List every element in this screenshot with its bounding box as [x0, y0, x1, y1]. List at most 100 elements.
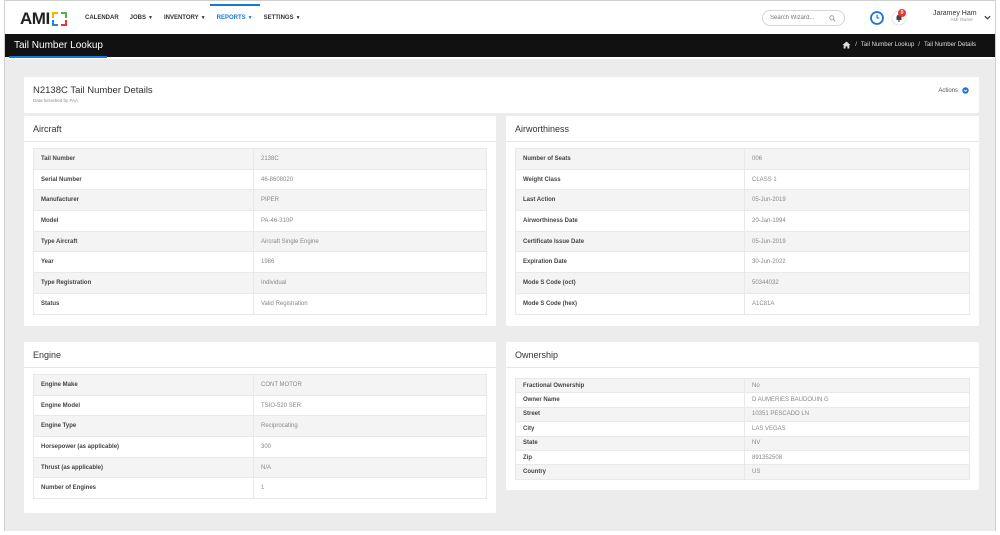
field-label: Zip — [515, 449, 745, 466]
field-label: State — [515, 435, 745, 451]
breadcrumb: / Tail Number Lookup / Tail Number Detai… — [842, 41, 976, 49]
top-navigation: AMI CALENDAR JOBS ▼ INVENTORY ▼ REPORTS ▼ S… — [5, 1, 995, 34]
nav-jobs-label: JOBS — [129, 14, 147, 21]
field-value: LAS VEGAS — [744, 421, 970, 437]
user-name: Jaramey Ham — [933, 10, 977, 17]
card-divider — [506, 367, 979, 368]
field-value: 891352508 — [744, 449, 970, 466]
table-row: Last Action 05-Jun-2019 — [515, 189, 970, 212]
field-label: Owner Name — [515, 392, 745, 408]
field-value: CLASS 1 — [744, 168, 970, 191]
table-row: Status Valid Registration — [33, 292, 487, 315]
field-value: 1 — [253, 477, 487, 500]
table-row: Manufacturer PIPER — [33, 189, 487, 212]
table-row: Type Registration Individual — [33, 272, 487, 294]
nav-settings-label: SETTINGS — [263, 14, 294, 21]
field-value: 05-Jun-2019 — [744, 230, 970, 253]
nav-reports-label: REPORTS — [216, 14, 246, 21]
field-label: Model — [33, 210, 254, 232]
field-label: City — [515, 421, 745, 437]
field-label: Number of Engines — [33, 477, 254, 500]
engine-card-title: Engine — [33, 350, 62, 360]
table-row: Type Aircraft Aircraft Single Engine — [33, 230, 487, 253]
table-row: Engine Model TSIO-520 SER — [33, 394, 487, 417]
nav-inventory-label: INVENTORY — [163, 14, 199, 21]
field-label: Engine Type — [33, 415, 254, 438]
field-value: NV — [744, 435, 970, 451]
table-row: Certificate Issue Date 05-Jun-2019 — [515, 230, 970, 253]
chevron-down-icon[interactable] — [984, 15, 991, 20]
airworthiness-card-title: Airworthiness — [515, 124, 570, 134]
table-row: Fractional Ownership No — [515, 377, 970, 394]
field-value: 1986 — [253, 251, 487, 274]
field-value: 46-8608020 — [253, 168, 487, 191]
aircraft-card-title: Aircraft — [33, 124, 62, 134]
field-value: Aircraft Single Engine — [253, 230, 487, 253]
card-divider — [24, 141, 496, 142]
field-value: PA-46-310P — [253, 210, 487, 232]
field-value: 006 — [744, 148, 970, 170]
field-value: 05-Jun-2019 — [744, 189, 970, 212]
airworthiness-table: Number of Seats 006 Weight Class CLASS 1 Las… — [515, 148, 970, 315]
field-label: Type Registration — [33, 272, 254, 294]
table-row: Tail Number 2138C — [33, 148, 487, 170]
table-row: Owner Name D AUMERIES BAUDOUIN G — [515, 392, 970, 408]
nav-calendar[interactable]: CALENDAR — [85, 1, 119, 34]
user-menu[interactable]: Jaramey Ham AMI Owner — [933, 10, 977, 22]
logo-mark-icon — [51, 12, 67, 26]
field-label: Weight Class — [515, 168, 745, 191]
table-row: Number of Seats 006 — [515, 148, 970, 170]
actions-button[interactable]: Actions — [938, 87, 969, 94]
field-value: 30-Jun-2022 — [744, 251, 970, 274]
search-box — [762, 10, 845, 26]
table-row: Zip 891352508 — [515, 449, 970, 466]
field-label: Status — [33, 292, 254, 315]
field-value: 2138C — [253, 148, 487, 170]
nav-jobs[interactable]: JOBS ▼ — [130, 1, 153, 34]
field-label: Number of Seats — [515, 148, 745, 170]
details-subtitle: Data furnished by FAA — [33, 98, 79, 103]
main-content: N2138C Tail Number Details Data furnishe… — [5, 59, 995, 531]
field-value: Valid Registration — [253, 292, 487, 315]
field-label: Expiration Date — [515, 251, 745, 274]
field-label: Year — [33, 251, 254, 274]
field-value: CONT MOTOR — [253, 374, 487, 396]
breadcrumb-separator: / — [918, 42, 920, 48]
actions-label: Actions — [938, 87, 958, 94]
breadcrumb-item-lookup[interactable]: Tail Number Lookup — [861, 42, 914, 48]
search-input[interactable] — [770, 15, 830, 21]
caret-down-icon: ▼ — [295, 14, 301, 21]
table-row: Airworthiness Date 20-Jan-1994 — [515, 210, 970, 232]
table-row: Horsepower (as applicable) 300 — [33, 436, 487, 458]
nav-inventory[interactable]: INVENTORY ▼ — [164, 1, 206, 34]
field-label: Serial Number — [33, 168, 254, 191]
field-value: D AUMERIES BAUDOUIN G — [744, 392, 970, 408]
caret-down-icon: ▼ — [200, 14, 206, 21]
table-row: Engine Make CONT MOTOR — [33, 374, 487, 396]
search-icon[interactable] — [829, 15, 836, 22]
field-value: TSIO-520 SER — [253, 394, 487, 417]
field-label: Horsepower (as applicable) — [33, 436, 254, 458]
title-underline — [9, 56, 107, 58]
breadcrumb-item-details: Tail Number Details — [923, 42, 976, 48]
nav-settings[interactable]: SETTINGS ▼ — [264, 1, 301, 34]
field-label: Engine Model — [33, 394, 254, 417]
breadcrumb-separator: / — [855, 42, 857, 48]
nav-calendar-label: CALENDAR — [85, 14, 119, 21]
field-value: No — [744, 377, 970, 394]
ami-logo[interactable]: AMI — [20, 9, 67, 29]
field-value: N/A — [253, 456, 487, 479]
chevron-circle-down-icon — [962, 87, 969, 94]
table-row: Model PA-46-310P — [33, 210, 487, 232]
aircraft-card: Aircraft Tail Number 2138C Serial Number 46… — [24, 116, 496, 326]
table-row: Mode S Code (hex) A1C81A — [515, 292, 970, 315]
field-label: Fractional Ownership — [515, 377, 745, 394]
table-row: Mode S Code (oct) 50344032 — [515, 272, 970, 294]
home-icon[interactable] — [842, 41, 851, 49]
card-divider — [24, 367, 496, 368]
field-value: PIPER — [253, 189, 487, 212]
aircraft-table: Tail Number 2138C Serial Number 46-8608020 M… — [33, 148, 487, 315]
field-value: 10351 PESCADO LN — [744, 406, 970, 423]
nav-reports[interactable]: REPORTS ▼ — [209, 1, 260, 34]
clock-icon[interactable] — [870, 11, 884, 25]
